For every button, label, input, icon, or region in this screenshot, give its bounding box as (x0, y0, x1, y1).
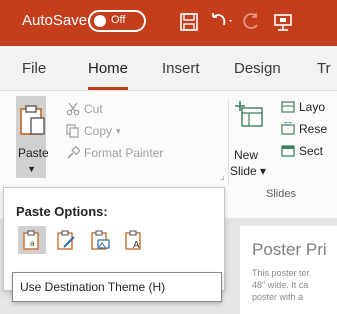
tab-design[interactable]: Design (234, 60, 281, 77)
keep-source-formatting-option[interactable] (52, 226, 80, 254)
reset-icon (281, 121, 295, 136)
tab-insert[interactable]: Insert (162, 60, 200, 77)
autosave-state: Off (111, 14, 126, 26)
autosave-label: AutoSave (22, 12, 88, 29)
ribbon-tabs: File Home Insert Design Tr (0, 46, 337, 90)
reset-label: Rese (299, 122, 328, 136)
cut-label: Cut (84, 102, 103, 116)
copy-label: Copy (84, 124, 113, 138)
keep-source-formatting-icon (57, 230, 75, 250)
slide-label: Slide (230, 164, 257, 178)
tooltip: Use Destination Theme (H) (12, 272, 222, 302)
group-separator (228, 100, 229, 186)
title-bar: AutoSave Off (0, 0, 337, 46)
format-painter-button[interactable]: Format Painter (66, 144, 163, 162)
use-destination-theme-icon: a (23, 230, 39, 250)
format-painter-label: Format Painter (84, 146, 164, 160)
autosave-toggle[interactable]: Off (88, 10, 146, 32)
format-painter-icon (66, 145, 81, 160)
cut-button[interactable]: Cut (66, 100, 103, 118)
save-icon[interactable] (176, 8, 202, 36)
clipboard-paste-icon (18, 104, 46, 141)
use-destination-theme-option[interactable]: a (18, 226, 46, 254)
keep-text-only-icon: A (125, 230, 141, 251)
tab-transitions[interactable]: Tr (317, 60, 331, 77)
section-label: Sect (299, 144, 324, 158)
picture-icon (91, 230, 110, 250)
new-slide-dropdown[interactable]: Slide ▾ (230, 164, 266, 178)
dialog-launcher-icon[interactable]: ⌟ (220, 171, 225, 182)
paste-options-title: Paste Options: (16, 204, 108, 219)
layout-icon (281, 100, 295, 114)
tab-file[interactable]: File (22, 60, 46, 77)
slide-body-line: 48" wide. It ca (252, 280, 309, 290)
present-icon[interactable] (270, 8, 296, 36)
copy-dropdown-icon[interactable]: ▾ (116, 126, 121, 137)
svg-text:a: a (30, 239, 35, 248)
redo-icon[interactable] (238, 8, 264, 36)
new-slide-icon[interactable] (234, 100, 264, 130)
svg-text:A: A (133, 240, 140, 251)
section-icon (281, 144, 295, 158)
scissors-icon (66, 102, 80, 116)
picture-option[interactable] (86, 226, 114, 254)
slide-body-line: This poster ter (252, 268, 310, 278)
keep-text-only-option[interactable]: A (120, 226, 148, 254)
layout-button[interactable]: Layo (281, 100, 325, 114)
copy-button[interactable]: Copy ▾ (66, 122, 121, 140)
copy-icon (66, 124, 80, 138)
slide-body-line: poster with a (252, 292, 304, 302)
toggle-knob (94, 15, 106, 27)
tab-home[interactable]: Home (88, 60, 128, 77)
slide-title[interactable]: Poster Pri (252, 240, 327, 260)
slides-group-label: Slides (266, 188, 296, 200)
undo-icon[interactable] (208, 8, 234, 36)
powerpoint-window: AutoSave Off File Home Insert Design Tr … (0, 0, 337, 314)
section-button[interactable]: Sect (281, 144, 323, 158)
reset-button[interactable]: Rese (281, 121, 328, 136)
tooltip-text: Use Destination Theme (H) (20, 280, 166, 294)
paste-label: Paste (18, 146, 49, 160)
layout-label: Layo (299, 100, 326, 114)
paste-dropdown-arrow-icon[interactable]: ▼ (27, 164, 36, 174)
new-slide-label[interactable]: New (234, 148, 258, 162)
